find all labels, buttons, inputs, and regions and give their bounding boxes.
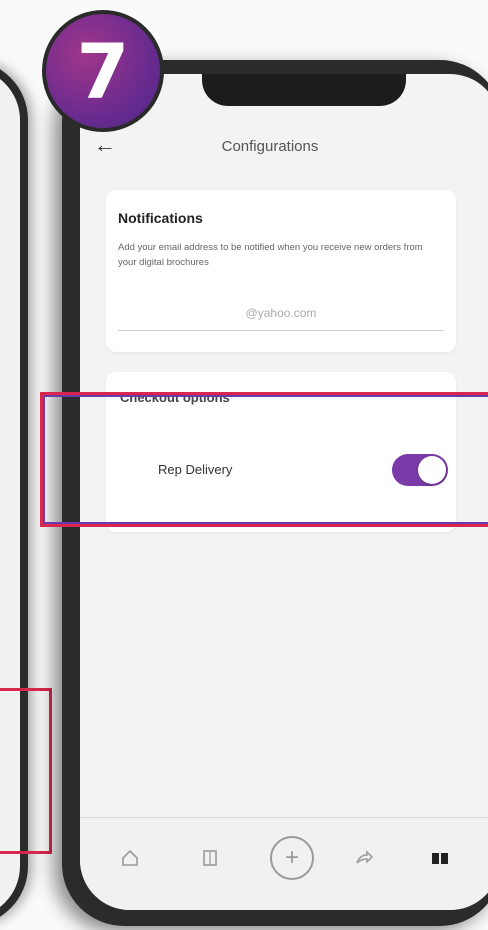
catalog-icon[interactable] — [192, 840, 228, 876]
share-icon[interactable] — [346, 840, 382, 876]
bottom-nav: + — [80, 817, 488, 910]
tutorial-stage: ← Configurations Notifications Add your … — [0, 0, 488, 930]
rep-delivery-highlight — [40, 392, 488, 527]
add-icon[interactable]: + — [270, 836, 314, 880]
notifications-title: Notifications — [118, 210, 203, 226]
page-title: Configurations — [221, 138, 319, 155]
notifications-card: Notifications Add your email address to … — [106, 190, 456, 352]
notifications-description: Add your email address to be notified wh… — [118, 242, 423, 268]
step-number-badge: 7 — [42, 10, 164, 132]
phone-notch — [202, 74, 406, 106]
top-bar: ← Configurations — [80, 114, 488, 170]
email-field[interactable] — [118, 296, 444, 331]
previous-step-highlight — [0, 688, 52, 854]
book-icon[interactable] — [422, 840, 458, 876]
home-icon[interactable] — [112, 840, 148, 876]
